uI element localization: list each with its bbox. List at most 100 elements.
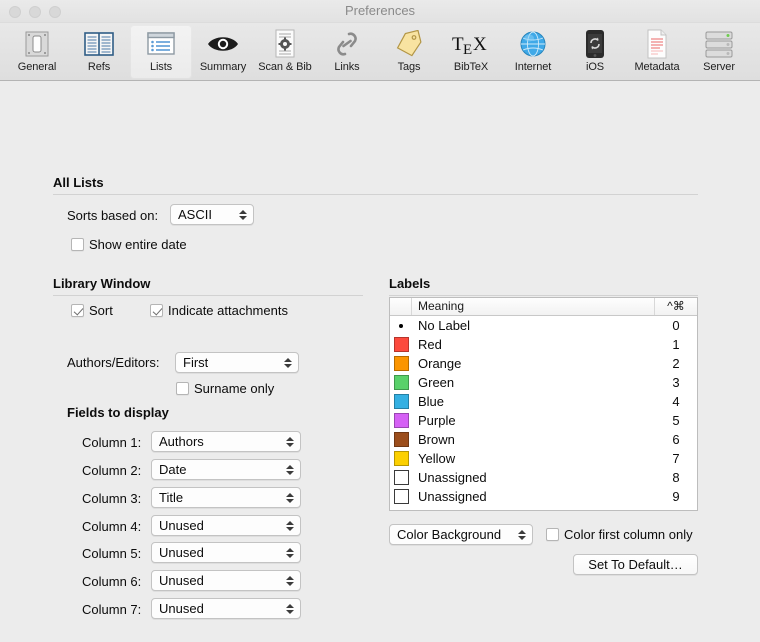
toolbar-item-links[interactable]: Links (316, 25, 378, 79)
labels-table-row[interactable]: Unassigned 9 (390, 487, 697, 506)
preferences-window: Preferences General Refs Lists Summary S… (0, 0, 760, 642)
labels-table-row[interactable]: No Label 0 (390, 316, 697, 335)
label-meaning-cell[interactable]: Unassigned (412, 489, 655, 504)
label-meaning-cell[interactable]: Yellow (412, 451, 655, 466)
labels-table-row[interactable]: Orange 2 (390, 354, 697, 373)
labels-table-row[interactable]: Brown 6 (390, 430, 697, 449)
label-color-swatch-empty[interactable] (393, 489, 409, 504)
authors-editors-select[interactable]: First (175, 352, 299, 373)
label-color-cell[interactable] (390, 470, 412, 485)
list-rows-icon (141, 27, 181, 60)
toolbar-item-summary[interactable]: Summary (192, 25, 254, 79)
labels-table-row[interactable]: Green 3 (390, 373, 697, 392)
label-color-cell[interactable] (390, 413, 412, 428)
label-meaning-cell[interactable]: Blue (412, 394, 655, 409)
label-color-cell[interactable] (390, 432, 412, 447)
column-5-select[interactable]: Unused (151, 542, 301, 563)
label-color-swatch[interactable] (393, 432, 409, 447)
indicate-attachments-checkbox[interactable]: Indicate attachments (150, 303, 288, 318)
toolbar-item-lists[interactable]: Lists (130, 25, 192, 79)
label-meaning-cell[interactable]: Purple (412, 413, 655, 428)
label-color-cell[interactable] (390, 489, 412, 504)
column-header-meaning[interactable]: Meaning (412, 298, 655, 315)
toolbar-item-label: Scan & Bib (258, 61, 312, 73)
column-3-select[interactable]: Title (151, 487, 301, 508)
toolbar-item-label: iOS (585, 61, 605, 73)
svg-text:E: E (463, 42, 472, 56)
show-entire-date-checkbox[interactable]: Show entire date (71, 237, 187, 252)
toolbar-item-label: BibTeX (453, 61, 489, 73)
toolbar-item-label: Lists (149, 61, 173, 73)
label-color-swatch[interactable] (393, 375, 409, 390)
label-color-swatch[interactable] (393, 394, 409, 409)
label-color-swatch[interactable] (393, 413, 409, 428)
svg-text:X: X (473, 34, 487, 55)
labels-table-row[interactable]: Blue 4 (390, 392, 697, 411)
toolbar-item-server[interactable]: Server (688, 25, 750, 79)
column-6-select[interactable]: Unused (151, 570, 301, 591)
surname-only-checkbox[interactable]: Surname only (176, 381, 274, 396)
label-color-cell[interactable] (390, 337, 412, 352)
column-2-value: Date (159, 462, 187, 477)
no-label-dot-icon[interactable] (394, 318, 409, 333)
column-2-select[interactable]: Date (151, 459, 301, 480)
toolbar-item-general[interactable]: General (6, 25, 68, 79)
column-6-label: Column 6: (82, 574, 142, 589)
toolbar-item-label: Metadata (634, 61, 680, 73)
set-to-default-button[interactable]: Set To Default… (573, 554, 698, 575)
label-meaning-cell[interactable]: Brown (412, 432, 655, 447)
labels-table-body: No Label 0 Red 1 Orange 2 Green 3 Blue 4 Purple 5 Br… (390, 316, 697, 506)
label-meaning-cell[interactable]: Orange (412, 356, 655, 371)
label-color-cell[interactable] (390, 356, 412, 371)
toolbar-item-internet[interactable]: Internet (502, 25, 564, 79)
toolbar-item-label: Summary (199, 61, 247, 73)
document-gear-icon (265, 27, 305, 60)
authors-editors-label: Authors/Editors: (67, 355, 160, 370)
label-meaning-cell[interactable]: No Label (412, 318, 655, 333)
color-first-column-only-checkbox[interactable]: Color first column only (546, 527, 693, 542)
label-meaning-cell[interactable]: Red (412, 337, 655, 352)
toolbar-item-label: Server (703, 61, 735, 73)
label-color-swatch-empty[interactable] (393, 470, 409, 485)
color-mode-select[interactable]: Color Background (389, 524, 533, 545)
toolbar-item-refs[interactable]: Refs (68, 25, 130, 79)
labels-table-row[interactable]: Yellow 7 (390, 449, 697, 468)
column-1-select[interactable]: Authors (151, 431, 301, 452)
label-shortcut-cell: 9 (672, 489, 680, 504)
toolbar-item-bibtex[interactable]: T E X BibTeX (440, 25, 502, 79)
general-switch-icon (17, 27, 57, 60)
column-header-swatch[interactable] (390, 298, 412, 315)
labels-table[interactable]: Meaning ^⌘ No Label 0 Red 1 Orange 2 Green 3 Blu… (389, 297, 698, 511)
preferences-content: All Lists Sorts based on: ASCII Show ent… (0, 81, 760, 642)
label-color-cell[interactable] (390, 394, 412, 409)
toolbar-item-tags[interactable]: Tags (378, 25, 440, 79)
checkbox-box-icon (546, 528, 559, 541)
label-color-cell[interactable] (390, 375, 412, 390)
column-7-select[interactable]: Unused (151, 598, 301, 619)
label-color-cell[interactable] (390, 318, 412, 333)
label-color-swatch[interactable] (393, 356, 409, 371)
column-4-select[interactable]: Unused (151, 515, 301, 536)
iphone-sync-icon (575, 27, 615, 60)
labels-table-row[interactable]: Unassigned 8 (390, 468, 697, 487)
label-meaning-cell[interactable]: Unassigned (412, 470, 655, 485)
toolbar-item-scan-and-bib[interactable]: Scan & Bib (254, 25, 316, 79)
label-shortcut-cell: 0 (672, 318, 680, 333)
toolbar-item-metadata[interactable]: Metadata (626, 25, 688, 79)
labels-table-header: Meaning ^⌘ (390, 298, 697, 316)
checkbox-box-icon (176, 382, 189, 395)
sorts-based-on-select[interactable]: ASCII (170, 204, 254, 225)
section-title-labels: Labels (389, 276, 431, 291)
document-lines-icon (637, 27, 677, 60)
sort-checkbox[interactable]: Sort (71, 303, 113, 318)
label-meaning-cell[interactable]: Green (412, 375, 655, 390)
column-header-shortcut[interactable]: ^⌘ (655, 298, 697, 315)
label-color-swatch[interactable] (393, 451, 409, 466)
labels-table-row[interactable]: Purple 5 (390, 411, 697, 430)
labels-table-row[interactable]: Red 1 (390, 335, 697, 354)
toolbar-item-ios[interactable]: iOS (564, 25, 626, 79)
label-shortcut-cell: 4 (672, 394, 680, 409)
label-color-cell[interactable] (390, 451, 412, 466)
globe-icon (513, 27, 553, 60)
label-color-swatch[interactable] (393, 337, 409, 352)
